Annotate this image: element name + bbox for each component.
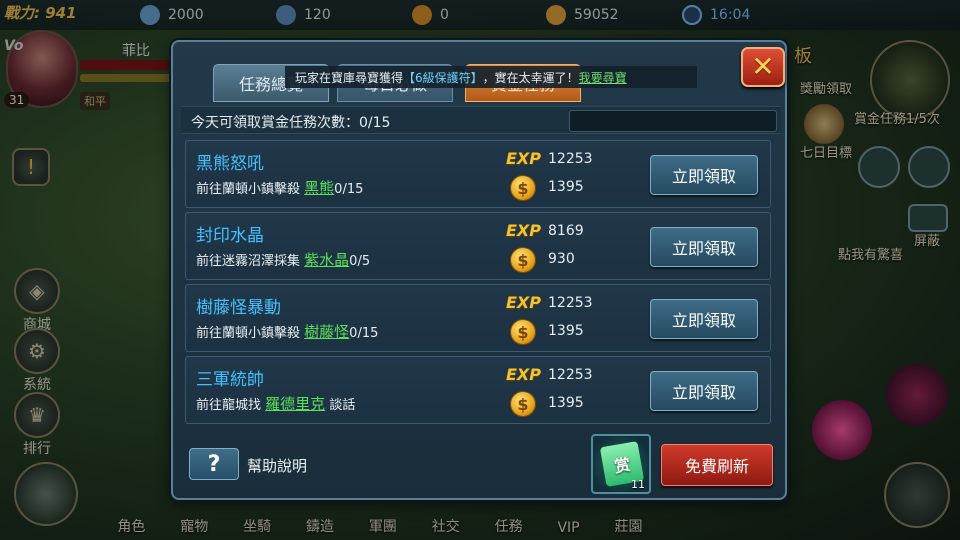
daily-count-bar xyxy=(569,110,777,132)
free-refresh-button[interactable]: 免費刷新 xyxy=(661,444,773,486)
quest-row: 三軍統帥 前往龍城找 羅德里克 談話 EXP 12253 $ 1395 立即領取 xyxy=(185,356,771,424)
quest-title: 黑熊怒吼 xyxy=(196,154,264,174)
bounty-quest-dialog: 任務總覽 每日必做 賞金任務 玩家在寶庫尋寶獲得 【6級保護符】 ，實在太幸運了… xyxy=(171,40,787,500)
treasure-hunt-link[interactable]: 我要尋寶 xyxy=(579,69,627,86)
quest-target-link[interactable]: 羅德里克 xyxy=(265,395,325,413)
exp-icon: EXP xyxy=(506,365,541,384)
claim-button[interactable]: 立即領取 xyxy=(650,227,758,267)
daily-count-row: 今天可領取賞金任務次數：0/15 xyxy=(181,106,781,134)
exp-icon: EXP xyxy=(506,221,541,240)
quest-description: 前往蘭頓小鎮擊殺 黑熊0/15 xyxy=(196,179,364,197)
quest-description: 前往迷霧沼澤採集 紫水晶0/5 xyxy=(196,251,371,269)
question-mark-icon: ? xyxy=(207,451,221,477)
gold-coin-icon: $ xyxy=(510,319,536,345)
quest-title: 樹藤怪暴動 xyxy=(196,298,281,318)
close-button[interactable]: ✕ xyxy=(741,47,785,87)
exp-reward: 12253 xyxy=(548,295,593,311)
gold-coin-icon: $ xyxy=(510,175,536,201)
gold-reward: 1395 xyxy=(548,179,584,195)
exp-icon: EXP xyxy=(506,293,541,312)
exp-reward: 12253 xyxy=(548,367,593,383)
help-label[interactable]: 幫助說明 xyxy=(247,455,307,476)
quest-description: 前往龍城找 羅德里克 談話 xyxy=(196,395,356,413)
gold-reward: 1395 xyxy=(548,323,584,339)
exp-reward: 8169 xyxy=(548,223,584,239)
close-icon: ✕ xyxy=(751,50,775,83)
claim-button[interactable]: 立即領取 xyxy=(650,155,758,195)
item-quantity: 11 xyxy=(631,478,645,491)
daily-count-label: 今天可領取賞金任務次數：0/15 xyxy=(191,115,391,131)
exp-icon: EXP xyxy=(506,149,541,168)
claim-button[interactable]: 立即領取 xyxy=(650,299,758,339)
quest-target-link[interactable]: 樹藤怪 xyxy=(304,323,349,341)
quest-target-link[interactable]: 紫水晶 xyxy=(304,251,349,269)
gold-reward: 1395 xyxy=(548,395,584,411)
help-button[interactable]: ? xyxy=(189,448,239,480)
quest-target-link[interactable]: 黑熊 xyxy=(304,179,334,197)
quest-row: 樹藤怪暴動 前往蘭頓小鎮擊殺 樹藤怪0/15 EXP 12253 $ 1395 … xyxy=(185,284,771,352)
gold-coin-icon: $ xyxy=(510,247,536,273)
exp-reward: 12253 xyxy=(548,151,593,167)
gold-coin-icon: $ xyxy=(510,391,536,417)
quest-description: 前往蘭頓小鎮擊殺 樹藤怪0/15 xyxy=(196,323,379,341)
quest-title: 三軍統帥 xyxy=(196,370,264,390)
gold-reward: 930 xyxy=(548,251,575,267)
announcement-item: 【6級保護符】 xyxy=(403,70,483,85)
claim-button[interactable]: 立即領取 xyxy=(650,371,758,411)
quest-row: 黑熊怒吼 前往蘭頓小鎮擊殺 黑熊0/15 EXP 12253 $ 1395 立即… xyxy=(185,140,771,208)
bounty-scroll-item[interactable]: 赏 11 xyxy=(591,434,651,494)
quest-row: 封印水晶 前往迷霧沼澤採集 紫水晶0/5 EXP 8169 $ 930 立即領取 xyxy=(185,212,771,280)
announcement-marquee: 玩家在寶庫尋寶獲得 【6級保護符】 ，實在太幸運了！ 我要尋寶 xyxy=(285,66,697,88)
quest-title: 封印水晶 xyxy=(196,226,264,246)
